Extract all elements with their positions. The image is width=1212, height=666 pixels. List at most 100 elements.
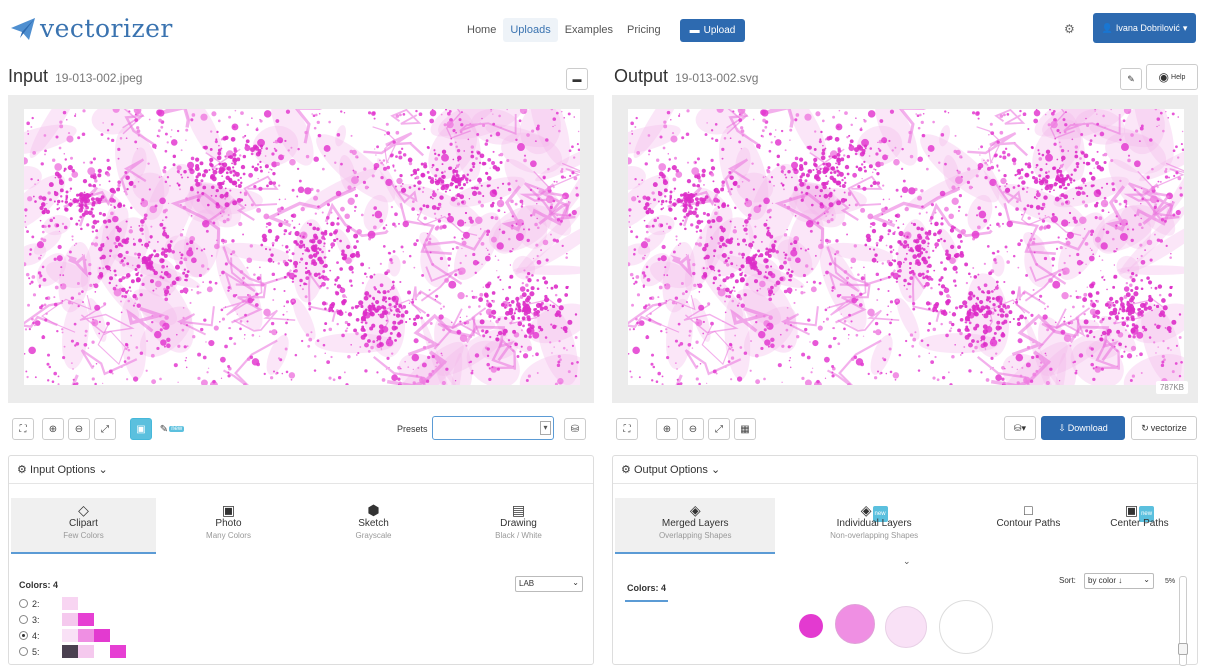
center-icon: ▣ new [1084,502,1195,522]
nav-uploads[interactable]: Uploads [503,18,558,42]
vectorize-label: vectorize [1150,423,1187,433]
gear-icon: ⚙ [17,464,27,476]
presets-label: Presets [397,424,428,434]
zoom-in-button[interactable]: ⊕ [42,418,64,440]
radio-selected[interactable] [19,631,28,640]
colorspace-value: LAB [519,579,535,588]
color-swatch-3[interactable] [885,606,927,648]
output-zoom-out-button[interactable]: ⊖ [682,418,704,440]
fit-icon: ⛶ [19,423,27,435]
color-swatch-2[interactable] [835,604,875,644]
mode-merged-layers[interactable]: ◈ Merged Layers Overlapping Shapes [615,498,776,554]
help-button[interactable]: ◉ Help [1146,64,1198,90]
swatch [61,629,78,642]
mode-contour-paths[interactable]: □ Contour Paths [973,498,1084,554]
mode-sub: Few Colors [63,531,104,540]
output-zoom-in-button[interactable]: ⊕ [656,418,678,440]
gear-icon[interactable]: ⚙ [1064,22,1075,36]
open-file-button[interactable]: ▬ [566,68,588,90]
output-title-text: Output [614,66,669,86]
swatch [109,645,126,658]
mode-clipart[interactable]: ◇ Clipart Few Colors [11,498,156,554]
mode-label: Photo [215,518,242,529]
chevron-down-icon[interactable]: ⌄ [903,556,911,567]
chevron-down-icon: ⌄ [1143,575,1150,584]
mode-label: Clipart [69,518,98,529]
colors-option-2[interactable]: 2: [19,597,78,610]
nav-home[interactable]: Home [460,18,503,42]
input-options-panel: ⚙ Input Options ⌄ ◇ Clipart Few Colors ▣… [8,455,594,665]
download-button[interactable]: ⇩ Download [1041,416,1125,440]
option-label: 5 [32,646,38,657]
radio[interactable] [19,599,28,608]
sort-select[interactable]: by color ↓ ⌄ [1084,573,1154,589]
radio[interactable] [19,647,28,656]
threshold-slider[interactable] [1178,576,1188,666]
output-colors-tab[interactable]: Colors: 4 [625,574,669,602]
radio[interactable] [19,615,28,624]
nav-examples[interactable]: Examples [558,18,620,42]
upload-label: Upload [703,24,736,36]
edit-input-button[interactable]: ✎ new [156,418,188,440]
gear-icon: ⚙ [621,464,631,476]
output-options-label: Output Options [633,464,708,476]
output-options-header[interactable]: ⚙ Output Options ⌄ [613,456,1197,484]
save-icon: ⛁▾ [1013,422,1027,433]
nav-pricing[interactable]: Pricing [620,18,668,42]
output-zoom-group: ⊕ ⊖ ⤢ ▦ [656,418,756,440]
sketch-icon: ⬢ [367,502,380,518]
input-view-group: ▣ ✎ new [130,418,188,440]
mode-sketch[interactable]: ⬢ Sketch Grayscale [301,498,446,554]
fit-icon: ⛶ [623,423,631,435]
vectorize-button[interactable]: ↻ vectorize [1131,416,1197,440]
user-icon: 👤 [1101,22,1113,33]
color-swatch-1[interactable] [799,614,823,638]
output-image [628,109,1184,385]
fit-button[interactable]: ⛶ [12,418,34,440]
colors-option-3[interactable]: 3: [19,613,94,626]
save-format-button[interactable]: ⛁▾ [1004,416,1036,440]
upload-button[interactable]: ▬ Upload [679,18,746,42]
output-expand-button[interactable]: ⤢ [708,418,730,440]
navbar: vectorizer Home Uploads Examples Pricing… [0,0,1212,60]
mode-label: Drawing [500,518,537,529]
colors-option-5[interactable]: 5: [19,645,126,658]
option-label: 2 [32,598,38,609]
output-filename: 19-013-002.svg [675,71,759,85]
zoom-in-icon: ⊕ [48,423,58,435]
output-viewer[interactable]: 787KB [612,95,1198,403]
input-colors-label: Colors: 4 [19,580,59,590]
mode-drawing[interactable]: ▤ Drawing Black / White [446,498,591,554]
colors-option-4[interactable]: 4: [19,629,110,642]
image-view-button[interactable]: ▣ [130,418,152,440]
layers-icon: ◈ new [775,502,972,522]
chevron-down-icon: ⌄ [711,464,721,476]
input-filename: 19-013-002.jpeg [55,71,143,85]
chevron-down-icon: ▾ [540,421,551,435]
sort-value: by color ↓ [1088,576,1123,585]
edit-button[interactable]: ✎ [1120,68,1142,90]
mode-label: Individual Layers [836,518,912,529]
input-toolbar: ⛶ [12,418,34,440]
zoom-in-icon: ⊕ [662,423,672,435]
output-title: Output 19-013-002.svg [614,66,758,87]
color-swatch-4[interactable] [939,600,993,654]
slider-handle[interactable] [1178,643,1188,655]
output-grid-button[interactable]: ▦ [734,418,756,440]
mode-photo[interactable]: ▣ Photo Many Colors [156,498,301,554]
colorspace-select[interactable]: LAB ⌄ [515,576,583,592]
logo[interactable]: vectorizer [10,14,173,43]
save-preset-button[interactable]: ⛁ [564,418,586,440]
mode-individual-layers[interactable]: ◈ new Individual Layers Non-overlapping S… [775,498,972,554]
input-viewer[interactable] [8,95,594,403]
output-toolbar: ⛶ [616,418,638,440]
presets-select[interactable]: ▾ [432,416,554,440]
output-fit-button[interactable]: ⛶ [616,418,638,440]
pencil-icon: ✎ [159,423,169,435]
expand-button[interactable]: ⤢ [94,418,116,440]
logo-text: vectorizer [40,14,173,43]
input-options-header[interactable]: ⚙ Input Options ⌄ [9,456,593,484]
user-menu-button[interactable]: 👤 Ivana Dobrilović ▾ [1093,13,1196,43]
zoom-out-button[interactable]: ⊖ [68,418,90,440]
mode-center-paths[interactable]: ▣ new Center Paths [1084,498,1195,554]
